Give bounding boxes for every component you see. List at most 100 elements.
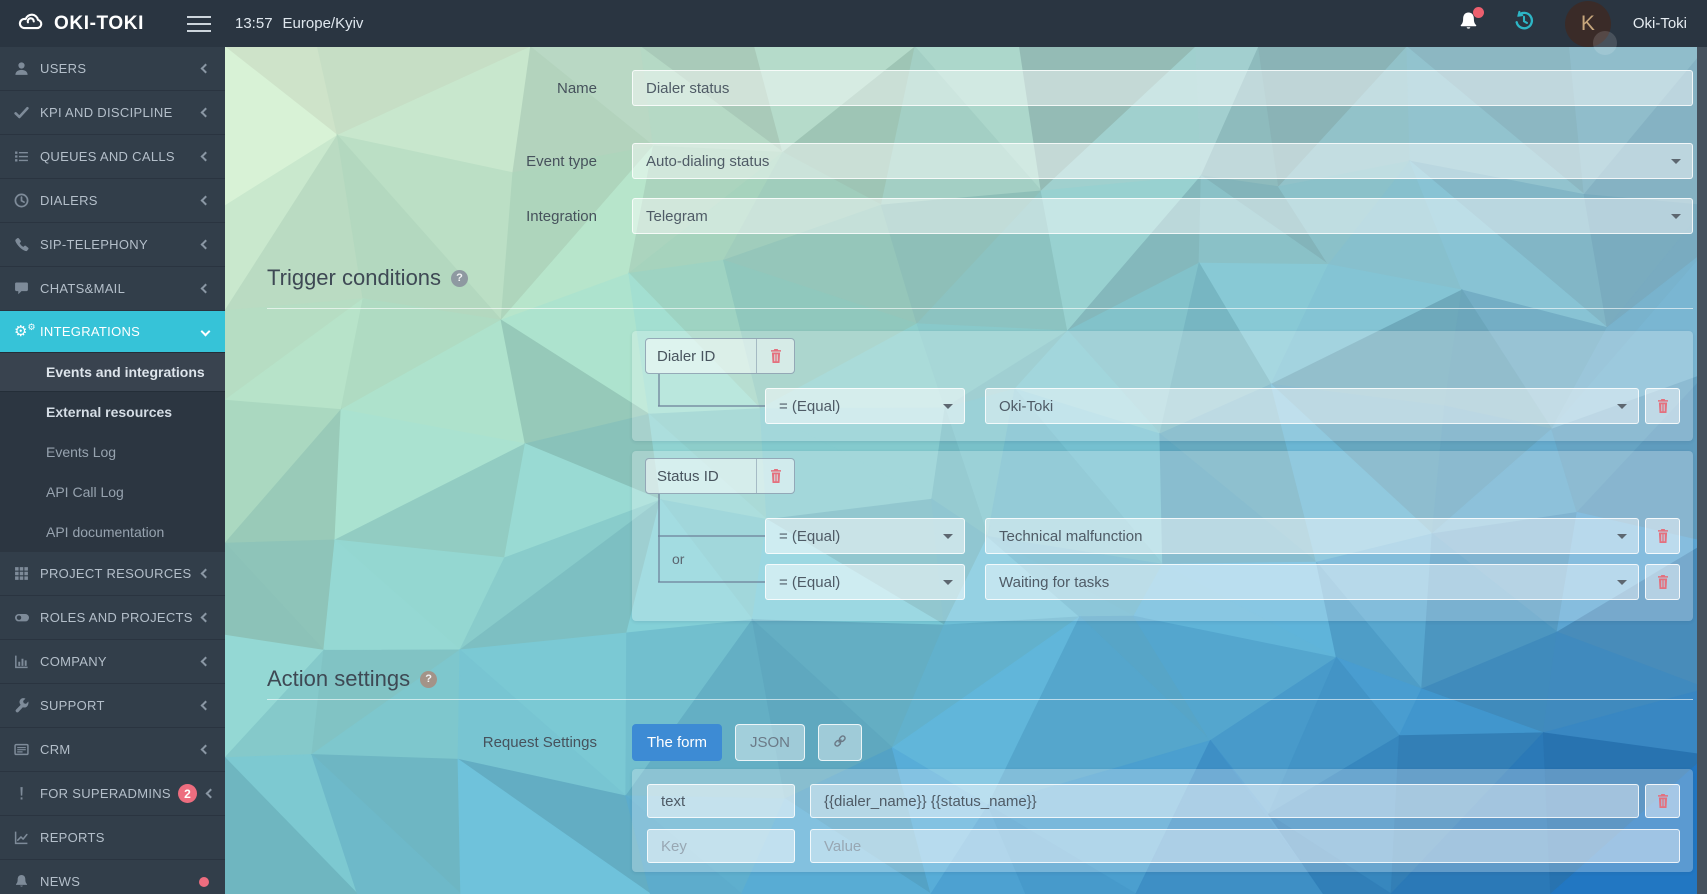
scrollbar[interactable] [1697, 47, 1707, 894]
sidebar-item-chats[interactable]: CHATS&MAIL [0, 267, 225, 311]
link-button[interactable] [818, 724, 862, 761]
history-button[interactable] [1513, 10, 1535, 37]
submenu-label: Events and integrations [46, 364, 205, 380]
brand-logo[interactable]: OKI-TOKI [16, 10, 144, 37]
sidebar-item-label: COMPANY [40, 654, 202, 669]
param-value-input[interactable] [810, 829, 1680, 863]
help-icon[interactable]: ? [420, 671, 437, 688]
bell-icon [14, 874, 40, 889]
delete-condition-button[interactable] [1645, 518, 1680, 554]
brand-name: OKI-TOKI [54, 13, 144, 35]
name-input[interactable] [632, 70, 1693, 106]
avatar[interactable]: K [1565, 1, 1611, 47]
tab-json[interactable]: JSON [735, 724, 805, 761]
operator-select[interactable]: = (Equal) [765, 564, 965, 600]
name-label: Name [225, 80, 597, 97]
submenu-item-api-documentation[interactable]: API documentation [0, 512, 225, 552]
delete-group-button[interactable] [756, 339, 794, 373]
event-type-label: Event type [225, 153, 597, 170]
condition-row: = (Equal) Oki-Toki [765, 388, 1680, 424]
bell-icon [1458, 19, 1479, 36]
delete-group-button[interactable] [756, 459, 794, 493]
account-name[interactable]: Oki-Toki [1633, 15, 1687, 32]
condition-group-dialer: Dialer ID = (Equal) Oki-Toki [632, 331, 1693, 441]
sidebar-item-label: CHATS&MAIL [40, 281, 202, 296]
phone-icon [14, 237, 40, 252]
sidebar-item-users[interactable]: USERS [0, 47, 225, 91]
sidebar-item-news[interactable]: NEWS [0, 860, 225, 894]
caret-down-icon [943, 404, 953, 409]
sidebar-item-integrations[interactable]: ⚙⚙ INTEGRATIONS [0, 311, 225, 352]
menu-toggle-icon[interactable] [187, 16, 211, 32]
condition-group-status: Status ID or = (Equal) Technical malfunc… [632, 451, 1693, 621]
delete-condition-button[interactable] [1645, 564, 1680, 600]
submenu-item-api-call-log[interactable]: API Call Log [0, 472, 225, 512]
sidebar-item-crm[interactable]: CRM [0, 728, 225, 772]
submenu-item-events-log[interactable]: Events Log [0, 432, 225, 472]
check-icon [14, 105, 40, 120]
sidebar-item-label: SUPPORT [40, 698, 202, 713]
submenu-label: Events Log [46, 444, 116, 460]
sidebar-item-roles[interactable]: ROLES AND PROJECTS [0, 596, 225, 640]
toggle-icon [14, 610, 40, 625]
cloud-logo-icon [16, 10, 46, 37]
sidebar-item-support[interactable]: SUPPORT [0, 684, 225, 728]
value-select[interactable]: Oki-Toki [985, 388, 1639, 424]
sidebar-item-reports[interactable]: REPORTS [0, 816, 225, 860]
help-icon[interactable]: ? [451, 270, 468, 287]
param-value-input[interactable] [810, 784, 1639, 818]
value-select[interactable]: Technical malfunction [985, 518, 1639, 554]
request-settings-label: Request Settings [225, 734, 597, 751]
param-row [647, 784, 1680, 818]
link-icon [832, 733, 848, 753]
section-divider [267, 699, 1693, 700]
submenu-item-events-and-integrations[interactable]: Events and integrations [0, 352, 225, 392]
sidebar-item-company[interactable]: COMPANY [0, 640, 225, 684]
chevron-left-icon [201, 657, 211, 667]
sidebar-item-project-resources[interactable]: PROJECT RESOURCES [0, 552, 225, 596]
condition-row: = (Equal) Waiting for tasks [765, 564, 1680, 600]
notifications-button[interactable] [1458, 11, 1479, 37]
param-key-input[interactable] [647, 784, 795, 818]
submenu-item-external-resources[interactable]: External resources [0, 392, 225, 432]
delete-param-button[interactable] [1645, 784, 1680, 818]
trigger-conditions-heading: Trigger conditions ? [267, 265, 1707, 291]
condition-field-box[interactable]: Status ID [645, 458, 795, 494]
delete-condition-button[interactable] [1645, 388, 1680, 424]
operator-value: = (Equal) [779, 528, 840, 545]
condition-field-name: Status ID [646, 459, 756, 493]
connector-line [658, 494, 660, 582]
request-params-panel [632, 769, 1693, 872]
chevron-left-icon [201, 284, 211, 294]
condition-value: Oki-Toki [999, 398, 1053, 415]
submenu-label: API Call Log [46, 484, 124, 500]
chat-icon [14, 281, 40, 296]
operator-select[interactable]: = (Equal) [765, 388, 965, 424]
condition-field-box[interactable]: Dialer ID [645, 338, 795, 374]
tab-the-form[interactable]: The form [632, 724, 722, 761]
news-dot [199, 877, 209, 887]
sidebar-item-superadmins[interactable]: FOR SUPERADMINS 2 [0, 772, 225, 816]
sidebar-item-sip[interactable]: SIP-TELEPHONY [0, 223, 225, 267]
sidebar-item-label: PROJECT RESOURCES [40, 566, 202, 581]
sidebar-item-label: SIP-TELEPHONY [40, 237, 202, 252]
line-chart-icon [14, 830, 40, 845]
timezone: Europe/Kyiv [283, 15, 364, 32]
caret-down-icon [1617, 404, 1627, 409]
chevron-left-icon [201, 152, 211, 162]
sidebar-item-queues[interactable]: QUEUES AND CALLS [0, 135, 225, 179]
condition-field-name: Dialer ID [646, 339, 756, 373]
connector-line [658, 581, 765, 583]
value-select[interactable]: Waiting for tasks [985, 564, 1639, 600]
integration-select[interactable]: Telegram [632, 198, 1693, 234]
sidebar-item-label: FOR SUPERADMINS [40, 786, 171, 801]
operator-select[interactable]: = (Equal) [765, 518, 965, 554]
chevron-left-icon [201, 196, 211, 206]
param-key-input[interactable] [647, 829, 795, 863]
sidebar-item-dialers[interactable]: DIALERS [0, 179, 225, 223]
sidebar-item-kpi[interactable]: KPI AND DISCIPLINE [0, 91, 225, 135]
chevron-left-icon [201, 64, 211, 74]
event-type-select[interactable]: Auto-dialing status [632, 143, 1693, 179]
connector-line [658, 535, 765, 537]
operator-value: = (Equal) [779, 574, 840, 591]
